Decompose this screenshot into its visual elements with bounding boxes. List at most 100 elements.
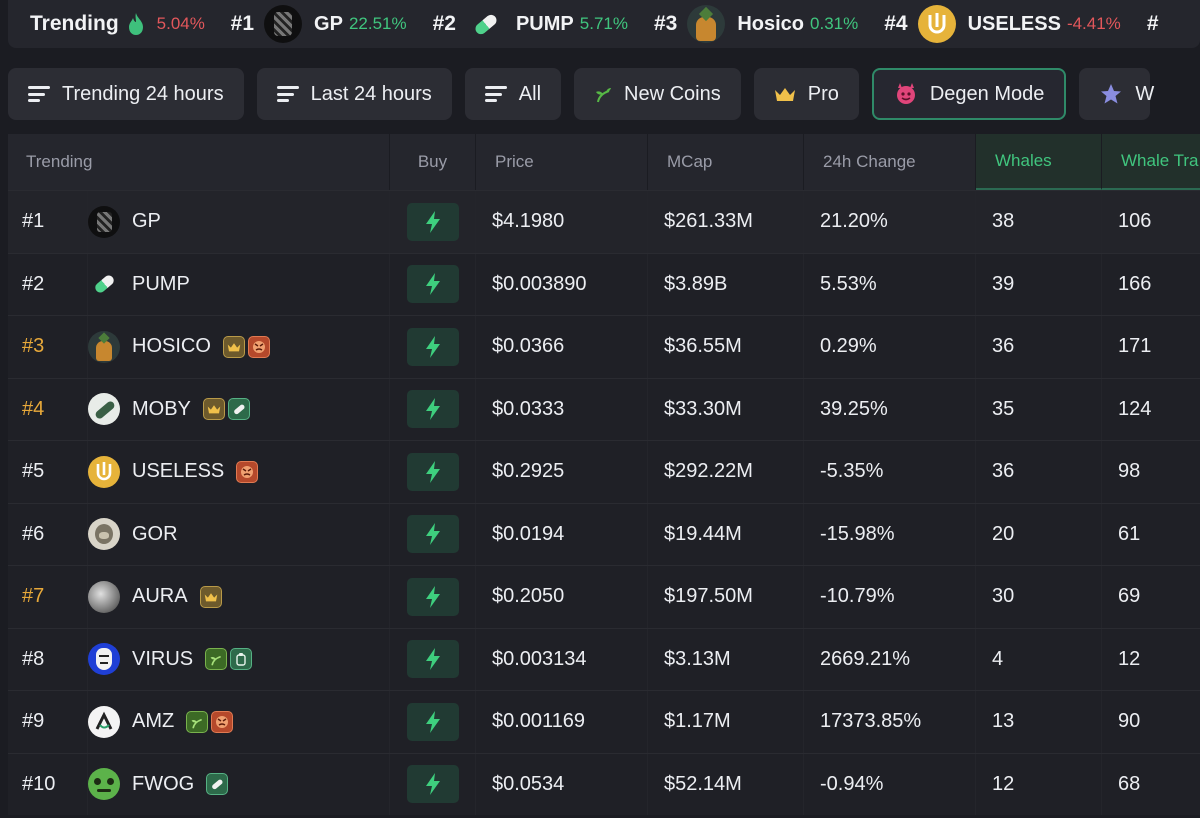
- filter-degen-mode-button[interactable]: Degen Mode: [871, 68, 1067, 120]
- ticker-item-next[interactable]: #: [1147, 12, 1169, 36]
- gp-logo-icon: [88, 205, 120, 238]
- row-buy-cell: [390, 441, 476, 503]
- row-coin[interactable]: FWOG: [88, 753, 390, 815]
- row-coin[interactable]: HOSICO: [88, 316, 390, 378]
- gorilla-logo-icon: [88, 518, 120, 551]
- sort-icon: [276, 86, 299, 102]
- filter-new-coins-button[interactable]: New Coins: [574, 68, 741, 120]
- sprout-badge-icon: [205, 648, 228, 671]
- buy-button[interactable]: [406, 390, 459, 429]
- row-price: $0.0333: [476, 378, 648, 440]
- ticker-symbol: GP: [314, 12, 343, 35]
- sprout-icon: [594, 85, 612, 103]
- ticker-change: 22.51%: [348, 14, 407, 33]
- filter-trending-24h-button[interactable]: Trending 24 hours: [8, 68, 244, 120]
- gp-logo-icon: [264, 5, 303, 43]
- row-coin[interactable]: AMZ: [88, 691, 390, 753]
- ticker-change: 0.31%: [810, 14, 859, 33]
- header-trending[interactable]: Trending: [8, 134, 390, 190]
- buy-button[interactable]: [406, 452, 459, 491]
- ticker-symbol: USELESS: [967, 12, 1061, 35]
- clipboard-badge-icon: [230, 648, 253, 671]
- row-coin[interactable]: PUMP: [88, 253, 390, 315]
- ticker-rank: #2: [432, 12, 456, 35]
- pill-badge-icon: [227, 398, 250, 421]
- row-mcap: $3.89B: [648, 253, 804, 315]
- row-rank: #3: [8, 316, 88, 378]
- row-coin[interactable]: GOR: [88, 503, 390, 565]
- row-mcap: $36.55M: [648, 316, 804, 378]
- table-row[interactable]: #9 AMZ $0.001169 $1.17M 17373.85% 13 90: [8, 690, 1200, 753]
- ticker-symbol: PUMP: [515, 12, 574, 35]
- row-coin[interactable]: USELESS: [88, 441, 390, 503]
- row-whale-trades: 61: [1118, 522, 1141, 545]
- row-change: 5.53%: [804, 253, 976, 315]
- table-row[interactable]: #6 GOR $0.0194 $19.44M -15.98% 20 61: [8, 502, 1200, 565]
- ticker-item-gp[interactable]: #1 GP 22.51%: [231, 5, 407, 43]
- filter-more-button[interactable]: W: [1079, 68, 1154, 120]
- buy-button[interactable]: [406, 515, 459, 554]
- filter-label: Pro: [807, 82, 839, 105]
- mask-logo-icon: [88, 643, 120, 676]
- pill-logo-icon: [466, 5, 504, 43]
- lightning-icon: [425, 585, 440, 608]
- row-coin[interactable]: GP: [88, 191, 390, 253]
- buy-button[interactable]: [406, 327, 459, 366]
- row-rank: #7: [8, 566, 88, 628]
- buy-button[interactable]: [406, 265, 459, 304]
- crown-badge-icon: [222, 335, 245, 358]
- coin-symbol: MOBY: [132, 397, 191, 420]
- buy-button[interactable]: [406, 765, 459, 804]
- header-buy: Buy: [390, 134, 476, 190]
- row-rank: #10: [8, 753, 88, 815]
- header-whale-trades[interactable]: Whale Tra: [1102, 134, 1200, 190]
- buy-button[interactable]: [406, 202, 459, 241]
- filter-all-button[interactable]: All: [464, 68, 562, 120]
- table-row[interactable]: #3 HOSICO $0.0366 $36.55M 0.29% 36 171: [8, 315, 1200, 378]
- table-row[interactable]: #10 FWOG $0.0534 $52.14M -0.94% 12 68: [8, 752, 1200, 815]
- table-row[interactable]: #7 AURA $0.2050 $197.50M -10.79% 30 69: [8, 565, 1200, 628]
- row-coin[interactable]: MOBY: [88, 378, 390, 440]
- frog-logo-icon: [88, 768, 120, 801]
- header-whales[interactable]: Whales: [976, 134, 1102, 190]
- row-coin[interactable]: VIRUS: [88, 628, 390, 690]
- filter-last-24h-button[interactable]: Last 24 hours: [256, 68, 452, 120]
- lightning-icon: [425, 460, 440, 483]
- buy-button[interactable]: [406, 577, 459, 616]
- filter-label: W: [1135, 82, 1155, 105]
- ticker-item-hosico[interactable]: #3 Hosico 0.31%: [654, 5, 858, 43]
- ticker-item-useless[interactable]: #4 USELESS -4.41%: [884, 5, 1121, 43]
- row-rank: #4: [8, 378, 88, 440]
- table-row[interactable]: #8 VIRUS $0.003134 $3.13M 2669.21% 4 12: [8, 627, 1200, 690]
- buy-button[interactable]: [406, 702, 459, 741]
- cat-logo-icon: [88, 330, 120, 363]
- table-row[interactable]: #5 USELESS $0.2925 $292.22M -5.35% 36 98: [8, 440, 1200, 503]
- ticker-item-pump[interactable]: #2 PUMP 5.71%: [433, 5, 628, 43]
- useless-logo-icon: [917, 5, 956, 43]
- row-coin[interactable]: AURA: [88, 566, 390, 628]
- header-price[interactable]: Price: [476, 134, 648, 190]
- table-row[interactable]: #1 GP $4.1980 $261.33M 21.20% 38 106: [8, 190, 1200, 253]
- filter-label: All: [518, 82, 542, 105]
- buy-button[interactable]: [406, 640, 459, 679]
- row-rank: #1: [8, 191, 88, 253]
- header-mcap[interactable]: MCap: [648, 134, 804, 190]
- row-price: $0.003134: [476, 628, 648, 690]
- useless-logo-icon: [88, 455, 120, 488]
- row-price: $0.0194: [476, 503, 648, 565]
- coin-symbol: HOSICO: [132, 335, 211, 358]
- header-24h-change[interactable]: 24h Change: [804, 134, 976, 190]
- row-change: 39.25%: [804, 378, 976, 440]
- row-buy-cell: [390, 566, 476, 628]
- aura-logo-icon: [88, 580, 120, 613]
- whale-logo-icon: [88, 393, 120, 426]
- table-row[interactable]: #2 PUMP $0.003890 $3.89B 5.53% 39 166: [8, 252, 1200, 315]
- row-price: $0.2050: [476, 566, 648, 628]
- row-buy-cell: [390, 691, 476, 753]
- row-whale-trades: 124: [1118, 397, 1152, 420]
- row-mcap: $292.22M: [648, 441, 804, 503]
- filter-pro-button[interactable]: Pro: [753, 68, 859, 120]
- table-row[interactable]: #4 MOBY $0.0333 $33.30M 39.25% 35 124: [8, 377, 1200, 440]
- row-mcap: $19.44M: [648, 503, 804, 565]
- row-rank: #8: [8, 628, 88, 690]
